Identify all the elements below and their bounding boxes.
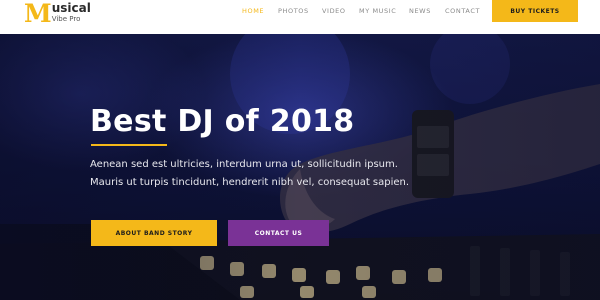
- title-underline: [91, 144, 167, 146]
- hero-title: Best DJ of 2018: [90, 104, 355, 139]
- about-band-story-button[interactable]: ABOUT BAND STORY: [91, 220, 217, 246]
- logo-letter: M: [24, 0, 52, 28]
- logo-text: usical Vibe Pro: [52, 1, 91, 24]
- nav-item-home[interactable]: HOME: [242, 6, 264, 16]
- nav-item-contact[interactable]: CONTACT: [445, 6, 480, 16]
- hero-section: Best DJ of 2018 Aenean sed est ultricies…: [0, 34, 600, 300]
- logo-title: usical: [51, 1, 91, 15]
- nav-item-video[interactable]: VIDEO: [322, 6, 346, 16]
- logo-subtitle: Vibe Pro: [51, 15, 81, 23]
- nav-item-photos[interactable]: PHOTOS: [278, 6, 309, 16]
- buy-tickets-button[interactable]: BUY TICKETS: [492, 0, 578, 22]
- nav-item-my-music[interactable]: MY MUSIC: [359, 6, 396, 16]
- hero-description: Aenean sed est ultricies, interdum urna …: [90, 159, 410, 188]
- logo[interactable]: M usical Vibe Pro: [24, 1, 91, 31]
- nav-item-news[interactable]: NEWS: [409, 6, 431, 16]
- contact-us-button[interactable]: CONTACT US: [228, 220, 329, 246]
- site-header: M usical Vibe Pro HOME PHOTOS VIDEO MY M…: [0, 0, 600, 34]
